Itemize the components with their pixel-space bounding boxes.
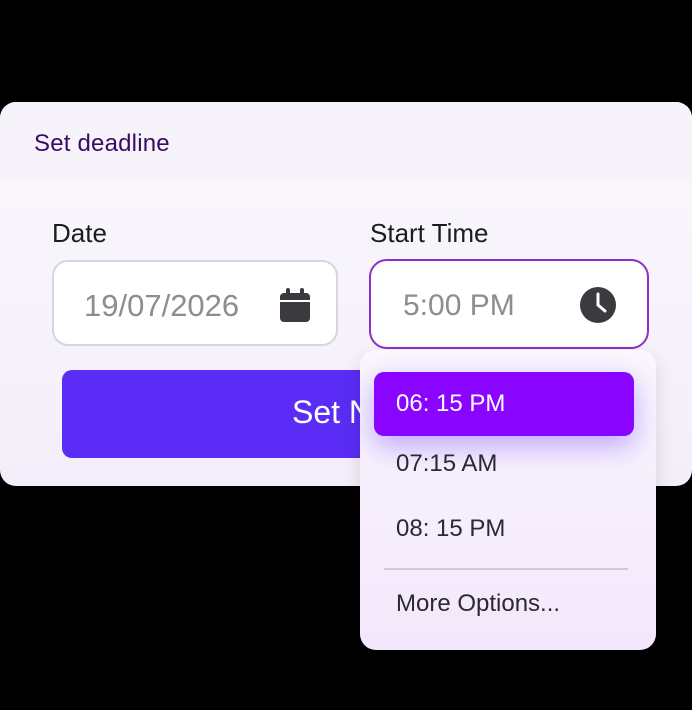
time-options-dropdown: 06: 15 PM 07:15 AM 08: 15 PM More Option…: [360, 350, 656, 650]
time-option-0815pm[interactable]: 08: 15 PM: [374, 497, 634, 561]
dropdown-divider: [384, 568, 628, 570]
time-option-0615pm[interactable]: 06: 15 PM: [374, 372, 634, 436]
date-value: 19/07/2026: [84, 288, 240, 323]
date-field[interactable]: 19/07/2026: [52, 260, 338, 346]
start-time-value: 5:00 PM: [403, 289, 515, 322]
calendar-icon[interactable]: [278, 288, 312, 324]
start-time-label: Start Time: [370, 218, 489, 248]
time-option-0715am[interactable]: 07:15 AM: [374, 432, 634, 496]
card-title: Set deadline: [34, 130, 170, 157]
card-header: Set deadline: [0, 102, 692, 180]
date-label: Date: [52, 218, 107, 248]
start-time-field[interactable]: 5:00 PM: [369, 259, 649, 349]
more-options-link[interactable]: More Options...: [396, 590, 560, 618]
clock-icon[interactable]: [579, 286, 617, 324]
